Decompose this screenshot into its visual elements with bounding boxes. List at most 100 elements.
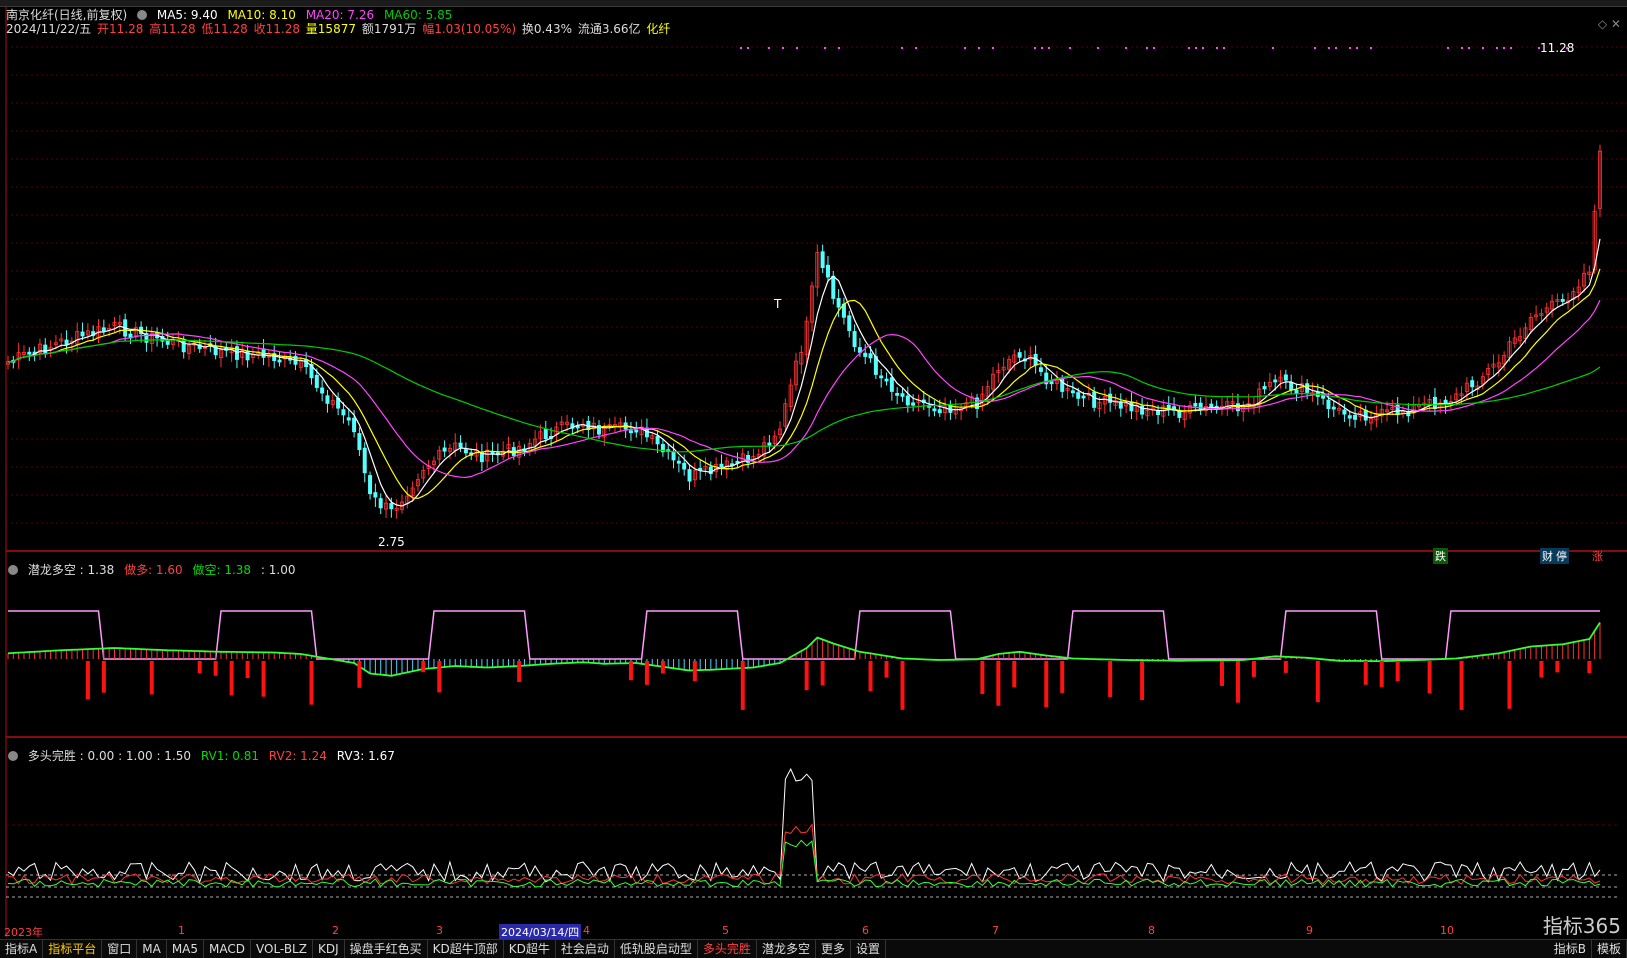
candle-body (320, 387, 325, 394)
tab-15[interactable]: 更多 (816, 940, 851, 958)
candle-body (1129, 401, 1134, 412)
candle-body (389, 503, 394, 510)
x-label-cursor-date: 2024/03/14/四 (499, 924, 582, 940)
tab-14[interactable]: 潜龙多空 (757, 940, 816, 958)
signal-dot (782, 47, 784, 49)
candle-body (831, 275, 836, 299)
tab-3[interactable]: MA (137, 940, 167, 958)
indicator1-name: 潜龙多空 (27, 563, 76, 577)
indicator1-red-bar (197, 661, 202, 674)
candle-body (368, 475, 373, 495)
candle-body (889, 377, 894, 392)
indicator1-red-bar (1108, 661, 1113, 698)
candle-body (341, 409, 346, 416)
indicator1-red-bar (1363, 661, 1368, 685)
indicator1-red-bar (1283, 661, 1288, 673)
signal-dot (1510, 47, 1512, 49)
signal-dot (964, 47, 966, 49)
signal-dot (1041, 47, 1043, 49)
indicator1-red-bar (1587, 661, 1592, 674)
tab-2[interactable]: 窗口 (102, 940, 138, 958)
candle-body (884, 378, 889, 382)
tab-5[interactable]: MACD (204, 940, 251, 958)
candle-body (101, 327, 106, 332)
tab-8[interactable]: 操盘手红色买 (345, 940, 428, 958)
indicator1-red-bar (85, 661, 90, 700)
candle-body (1353, 414, 1358, 420)
indicator1-red-bar (1459, 661, 1464, 710)
indicator-tab-bar: 指标A 指标平台 窗口 MA MA5 MACD VOL-BLZ KDJ 操盘手红色买 KD超牛顶部… (0, 939, 1627, 958)
right-tab-0[interactable]: 指标B (1549, 940, 1592, 958)
t-marker: T (774, 297, 782, 311)
indicator2-values: : 0.00 : 1.00 : 1.50 (79, 749, 192, 763)
signal-dot (992, 47, 994, 49)
candle-body (1363, 409, 1368, 421)
indicator1-red-bar (644, 661, 649, 685)
candle-body (847, 315, 852, 331)
tab-7[interactable]: KDJ (313, 940, 345, 958)
x-label-m7: 7 (992, 924, 999, 937)
candle-body (1432, 396, 1437, 409)
indicator1-settings-icon[interactable] (8, 565, 18, 575)
indicator1-red-bar (1060, 661, 1065, 693)
tab-13[interactable]: 多头完胜 (698, 940, 757, 958)
signal-dot (1272, 47, 1274, 49)
signal-dot (1097, 47, 1099, 49)
candle-body (937, 409, 942, 414)
tab-16[interactable]: 设置 (851, 940, 886, 958)
x-label-m1: 1 (178, 924, 185, 937)
candle-body (932, 408, 937, 412)
indicator2-rv3: RV3: 1.67 (336, 749, 395, 763)
indicator1-red-bar (1315, 661, 1320, 703)
indicator1-red-bar (101, 661, 106, 693)
indicator2-name: 多头完胜 (27, 749, 76, 763)
signal-dot (915, 47, 917, 49)
candle-body (1331, 406, 1336, 410)
signal-dot (1503, 47, 1505, 49)
indicator1-red-bar (996, 661, 1001, 706)
indicator1-red-bar (1427, 661, 1432, 694)
tab-12[interactable]: 低轨股启动型 (615, 940, 698, 958)
indicator1-long: 做多: 1.60 (124, 563, 183, 577)
candle-body (836, 298, 841, 308)
candle-body (543, 428, 548, 440)
candle-body (628, 430, 633, 434)
tab-1[interactable]: 指标平台 (43, 940, 103, 958)
candle-body (1326, 399, 1331, 409)
tab-10[interactable]: KD超牛 (504, 940, 556, 958)
candle-body (1070, 390, 1075, 394)
candle-body (362, 447, 367, 474)
indicator1-red-bar (900, 661, 905, 710)
tab-9[interactable]: KD超牛顶部 (428, 940, 504, 958)
tab-4[interactable]: MA5 (167, 940, 205, 958)
rv1-line (7, 839, 1601, 888)
indicator1-value1: : 1.38 (79, 563, 115, 577)
right-tab-1[interactable]: 模板 (1592, 940, 1627, 958)
x-label-year: 2023年 (4, 926, 43, 939)
indicator1-value2: : 1.00 (260, 563, 296, 577)
indicator2-settings-icon[interactable] (8, 751, 18, 761)
tab-0[interactable]: 指标A (0, 940, 44, 958)
indicator1-red-bar (357, 661, 362, 688)
candle-body (687, 469, 692, 482)
candle-body (1076, 392, 1081, 399)
indicator1-red-bar (692, 661, 697, 682)
signal-dot (1328, 47, 1330, 49)
candle-body (245, 350, 250, 361)
top-menu-bar[interactable] (0, 0, 1627, 7)
candle-body (165, 340, 170, 345)
tab-6[interactable]: VOL-BLZ (251, 940, 313, 958)
candle-body (1262, 386, 1267, 390)
indicator1-red-bar (660, 661, 665, 674)
indicator1-red-bar (980, 661, 985, 695)
candle-body (863, 352, 868, 357)
x-label-m9: 9 (1306, 924, 1313, 937)
signal-dot (1335, 47, 1337, 49)
indicator1-red-bar (437, 661, 442, 693)
signal-dot (1069, 47, 1071, 49)
tab-11[interactable]: 社会启动 (556, 940, 615, 958)
indicator1-red-bar (628, 661, 633, 681)
signal-dot (1216, 47, 1218, 49)
indicator1-red-bar (804, 661, 809, 691)
candle-body (1294, 389, 1299, 394)
